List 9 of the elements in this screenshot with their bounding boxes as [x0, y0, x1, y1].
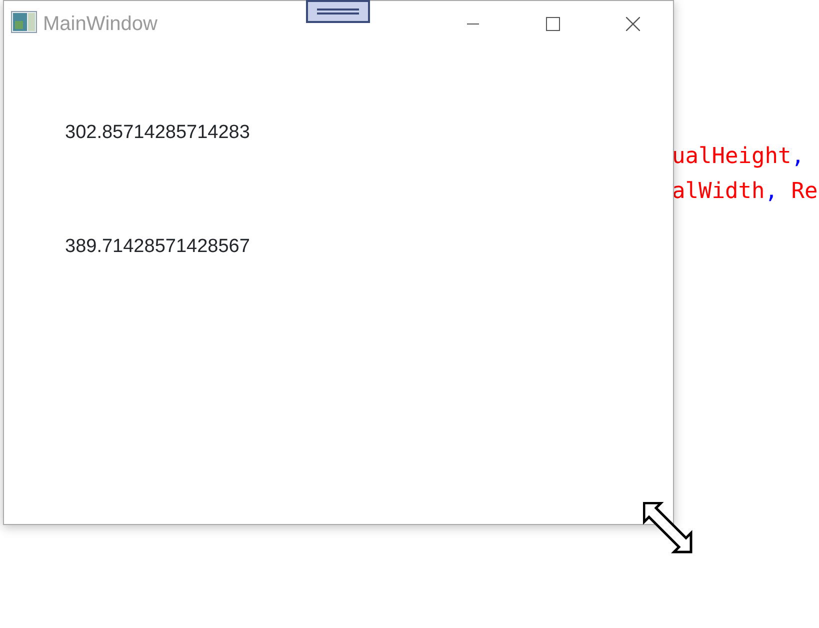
value-text: 389.71428571428567: [65, 235, 250, 259]
code-line: alWidth, Re: [672, 178, 819, 206]
maximize-icon: [546, 17, 560, 31]
window-title: MainWindow: [43, 12, 158, 37]
value-text: 302.85714285714283: [65, 121, 250, 145]
drag-handle[interactable]: [306, 0, 370, 23]
close-icon: [626, 17, 640, 31]
code-line: ualHeight,: [672, 143, 806, 171]
app-icon: [11, 11, 37, 33]
